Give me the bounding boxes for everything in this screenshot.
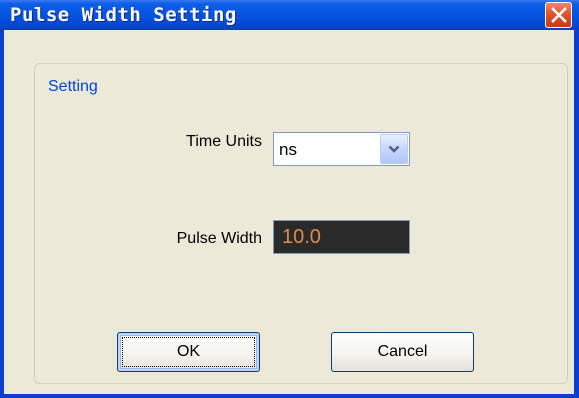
ok-button-label: OK: [176, 343, 201, 360]
title-bar[interactable]: Pulse Width Setting: [0, 0, 579, 30]
pulse-width-label: Pulse Width: [176, 230, 262, 247]
cancel-button-label: Cancel: [377, 343, 428, 360]
time-units-label: Time Units: [186, 133, 262, 150]
time-units-selected-value: ns: [279, 140, 297, 159]
close-button[interactable]: [545, 2, 572, 28]
ok-button[interactable]: OK: [117, 332, 260, 372]
window-title: Pulse Width Setting: [10, 4, 237, 26]
pulse-width-value: 10.0: [282, 226, 321, 248]
setting-group-legend: Setting: [44, 77, 102, 97]
time-units-dropdown-button[interactable]: [380, 134, 408, 164]
cancel-button[interactable]: Cancel: [331, 332, 474, 372]
time-units-dropdown[interactable]: ns: [273, 132, 410, 166]
pulse-width-field[interactable]: 10.0: [273, 220, 410, 254]
